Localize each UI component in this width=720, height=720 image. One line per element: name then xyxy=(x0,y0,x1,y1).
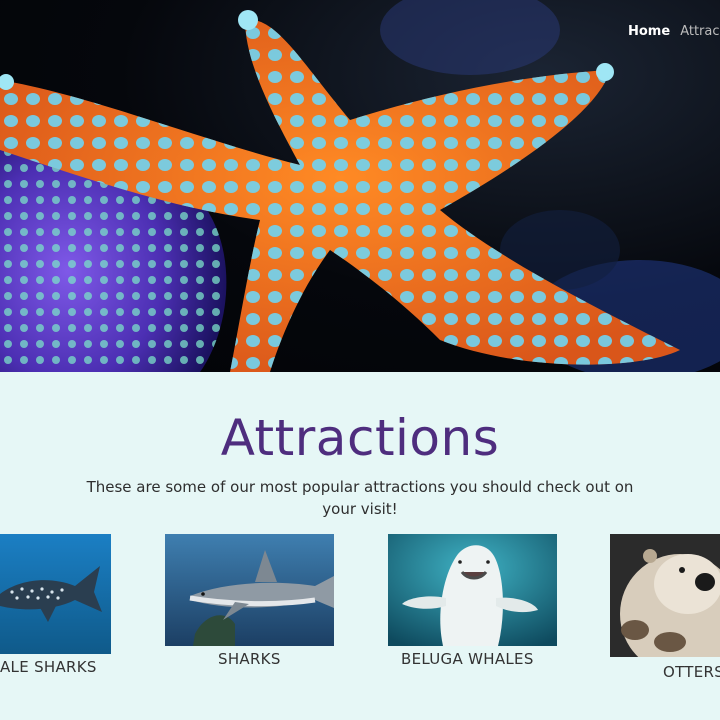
starfish-hero-image xyxy=(0,0,720,372)
attractions-section: Attractions These are some of our most p… xyxy=(0,372,720,720)
nav-attractions-link[interactable]: Attrac xyxy=(680,24,719,39)
beluga-whale-image xyxy=(388,534,557,646)
hero-banner: Home Attrac xyxy=(0,0,720,372)
attraction-card-sharks[interactable]: SHARKS xyxy=(165,534,334,668)
attraction-card-beluga-whales[interactable]: BELUGA WHALES xyxy=(388,534,557,668)
whale-shark-image xyxy=(0,534,111,654)
top-nav: Home Attrac xyxy=(628,24,720,39)
otter-image xyxy=(610,534,720,657)
attraction-card-otters[interactable]: OTTERS xyxy=(610,534,720,681)
nav-home-link[interactable]: Home xyxy=(628,24,670,39)
section-title: Attractions xyxy=(220,409,500,467)
card-label: ALE SHARKS xyxy=(0,658,97,676)
card-label: OTTERS xyxy=(663,663,720,681)
shark-image xyxy=(165,534,334,646)
attraction-card-whale-sharks[interactable]: ALE SHARKS xyxy=(0,534,111,676)
section-description: These are some of our most popular attra… xyxy=(86,478,634,518)
card-label: SHARKS xyxy=(218,650,281,668)
card-label: BELUGA WHALES xyxy=(401,650,534,668)
